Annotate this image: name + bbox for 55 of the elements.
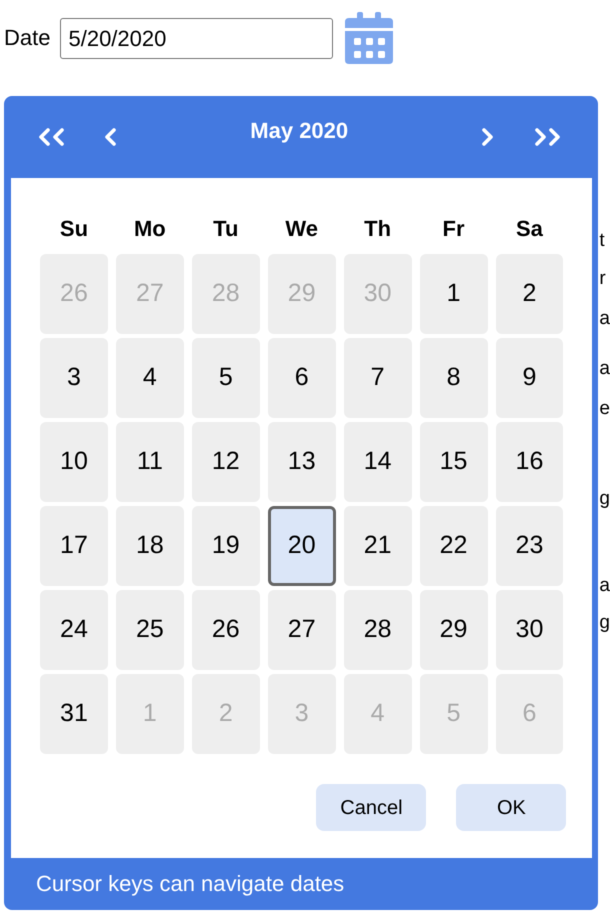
day-button[interactable]: 14: [344, 422, 412, 502]
day-button[interactable]: 10: [40, 422, 108, 502]
weekday-label: Tu: [213, 216, 238, 242]
background-text: g: [599, 487, 610, 511]
day-button[interactable]: 1: [420, 254, 488, 334]
day-button[interactable]: 18: [116, 506, 184, 586]
day-button[interactable]: 17: [40, 506, 108, 586]
background-text: e: [599, 397, 610, 421]
day-button[interactable]: 9: [496, 338, 564, 418]
calendar-icon[interactable]: [345, 12, 394, 64]
date-input[interactable]: 5/20/2020: [60, 18, 334, 58]
weekday-label: Fr: [442, 216, 465, 242]
day-button[interactable]: 3: [40, 338, 108, 418]
day-button[interactable]: 6: [268, 338, 336, 418]
day-button[interactable]: 20: [268, 506, 336, 586]
weekday-label: Su: [60, 216, 88, 242]
weekday-label: We: [285, 216, 318, 242]
day-button[interactable]: 28: [344, 590, 412, 670]
hint-text: Cursor keys can navigate dates: [36, 871, 344, 897]
day-button[interactable]: 19: [192, 506, 260, 586]
day-button[interactable]: 21: [344, 506, 412, 586]
day-button[interactable]: 30: [496, 590, 564, 670]
day-button[interactable]: 8: [420, 338, 488, 418]
weekday-label: Sa: [516, 216, 543, 242]
background-text: a: [599, 307, 610, 331]
day-button[interactable]: 16: [496, 422, 564, 502]
day-button[interactable]: 24: [40, 590, 108, 670]
day-button[interactable]: 15: [420, 422, 488, 502]
day-button[interactable]: 22: [420, 506, 488, 586]
ok-button[interactable]: OK: [456, 784, 566, 831]
background-text: t: [599, 229, 606, 253]
day-button[interactable]: 2: [496, 254, 564, 334]
day-button[interactable]: 4: [116, 338, 184, 418]
weekday-label: Mo: [134, 216, 166, 242]
background-text: r: [599, 267, 607, 291]
cancel-button[interactable]: Cancel: [316, 784, 426, 831]
month-title: May 2020: [250, 118, 348, 144]
weekday-label: Th: [364, 216, 392, 242]
day-button[interactable]: 27: [268, 590, 336, 670]
day-button[interactable]: 26: [192, 590, 260, 670]
day-button[interactable]: 29: [420, 590, 488, 670]
previous-month-icon[interactable]: [104, 128, 118, 146]
day-button[interactable]: 13: [268, 422, 336, 502]
day-button[interactable]: 25: [116, 590, 184, 670]
day-button[interactable]: 31: [40, 674, 108, 754]
day-button[interactable]: 11: [116, 422, 184, 502]
day-button[interactable]: 23: [496, 506, 564, 586]
day-button[interactable]: 5: [192, 338, 260, 418]
background-text: g: [599, 611, 610, 635]
background-text: a: [599, 357, 610, 381]
day-button[interactable]: 12: [192, 422, 260, 502]
background-text: a: [599, 574, 610, 598]
date-label: Date: [4, 25, 50, 51]
day-button[interactable]: 7: [344, 338, 412, 418]
next-month-icon[interactable]: [480, 128, 494, 146]
